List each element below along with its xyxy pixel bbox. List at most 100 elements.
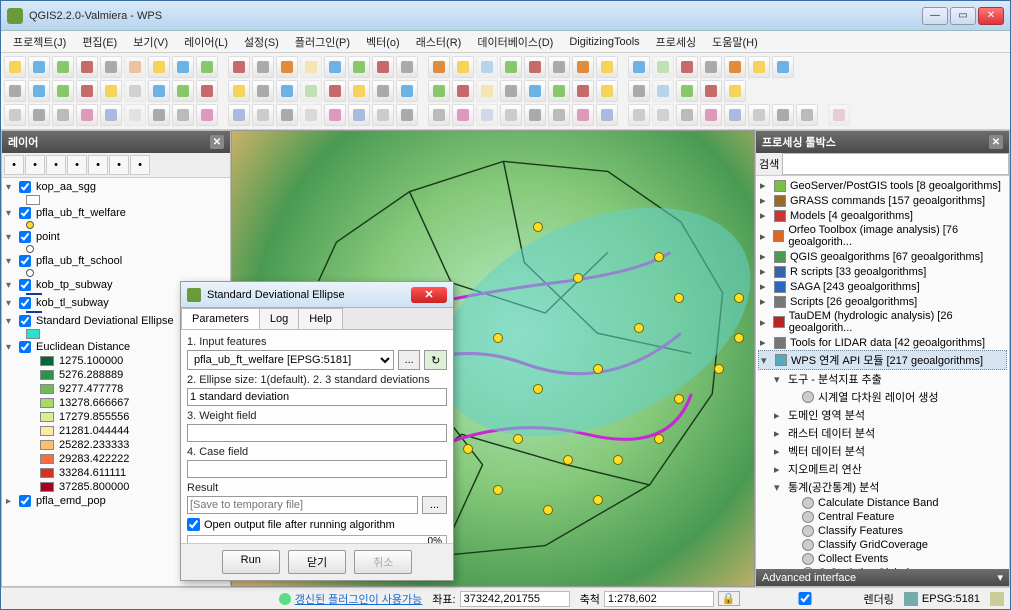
layer-row[interactable] bbox=[4, 194, 228, 206]
toolbar-button[interactable] bbox=[228, 104, 250, 126]
weight-field-input[interactable] bbox=[187, 424, 447, 442]
toolbar-button[interactable] bbox=[548, 104, 570, 126]
toolbar-button[interactable] bbox=[76, 56, 98, 78]
toolbar-button[interactable] bbox=[724, 104, 746, 126]
toolbar-button[interactable] bbox=[252, 104, 274, 126]
toolbar-button[interactable] bbox=[52, 56, 74, 78]
toolbar-button[interactable] bbox=[596, 104, 618, 126]
minimize-button[interactable]: ― bbox=[922, 7, 948, 25]
processing-tree[interactable]: ▸GeoServer/PostGIS tools [8 geoalgorithm… bbox=[756, 176, 1009, 569]
menu-item[interactable]: 래스터(R) bbox=[408, 32, 470, 52]
layers-toolbar-button[interactable]: • bbox=[109, 155, 129, 175]
menu-item[interactable]: 설정(S) bbox=[236, 32, 287, 52]
toolbar-button[interactable] bbox=[196, 80, 218, 102]
layer-row[interactable]: ▾pfla_ub_ft_school bbox=[4, 254, 228, 268]
toolbar-button[interactable] bbox=[228, 80, 250, 102]
processing-tree-item[interactable]: ▸Tools for LIDAR data [42 geoalgorithms] bbox=[758, 335, 1007, 350]
toolbar-button[interactable] bbox=[4, 56, 26, 78]
toolbar-button[interactable] bbox=[124, 56, 146, 78]
processing-tree-item[interactable]: ▾도구 - 분석지표 추출 bbox=[758, 370, 1007, 388]
search-input[interactable] bbox=[782, 153, 1009, 175]
layers-toolbar-button[interactable]: • bbox=[46, 155, 66, 175]
toolbar-button[interactable] bbox=[348, 56, 370, 78]
processing-tree-item[interactable]: 시계열 다차원 레이어 생성 bbox=[758, 388, 1007, 406]
toolbar-button[interactable] bbox=[300, 80, 322, 102]
processing-tree-item[interactable]: ▸TauDEM (hydrologic analysis) [26 geoalg… bbox=[758, 309, 1007, 335]
toolbar-button[interactable] bbox=[76, 80, 98, 102]
toolbar-button[interactable] bbox=[652, 80, 674, 102]
browse-button[interactable]: ... bbox=[398, 350, 421, 370]
coord-input[interactable] bbox=[460, 591, 570, 607]
toolbar-button[interactable] bbox=[796, 104, 818, 126]
toolbar-button[interactable] bbox=[276, 80, 298, 102]
layer-row[interactable] bbox=[4, 268, 228, 278]
layer-visibility-checkbox[interactable] bbox=[19, 495, 31, 507]
processing-tree-item[interactable]: ▾통계(공간통계) 분석 bbox=[758, 478, 1007, 496]
close-button[interactable]: ✕ bbox=[978, 7, 1004, 25]
processing-tree-item[interactable]: ▸Scripts [26 geoalgorithms] bbox=[758, 294, 1007, 309]
toolbar-button[interactable] bbox=[748, 56, 770, 78]
layer-visibility-checkbox[interactable] bbox=[19, 279, 31, 291]
layers-toolbar-button[interactable]: • bbox=[67, 155, 87, 175]
toolbar-button[interactable] bbox=[548, 56, 570, 78]
processing-tree-item[interactable]: Collect Events bbox=[758, 552, 1007, 566]
toolbar-button[interactable] bbox=[652, 56, 674, 78]
toolbar-button[interactable] bbox=[196, 104, 218, 126]
processing-tree-item[interactable]: ▸GeoServer/PostGIS tools [8 geoalgorithm… bbox=[758, 178, 1007, 193]
toolbar-button[interactable] bbox=[452, 56, 474, 78]
layer-row[interactable]: ▾kop_aa_sgg bbox=[4, 180, 228, 194]
toolbar-button[interactable] bbox=[100, 56, 122, 78]
toolbar-button[interactable] bbox=[28, 80, 50, 102]
toolbar-button[interactable] bbox=[172, 104, 194, 126]
toolbar-button[interactable] bbox=[572, 80, 594, 102]
advanced-interface-bar[interactable]: Advanced interface▾ bbox=[756, 569, 1009, 586]
toolbar-button[interactable] bbox=[500, 104, 522, 126]
toolbar-button[interactable] bbox=[124, 104, 146, 126]
toolbar-button[interactable] bbox=[324, 80, 346, 102]
menu-item[interactable]: 벡터(o) bbox=[358, 32, 408, 52]
processing-tree-item[interactable]: ▸Orfeo Toolbox (image analysis) [76 geoa… bbox=[758, 223, 1007, 249]
layers-toolbar-button[interactable]: • bbox=[4, 155, 24, 175]
toolbar-button[interactable] bbox=[452, 104, 474, 126]
toolbar-button[interactable] bbox=[428, 104, 450, 126]
toolbar-button[interactable] bbox=[276, 104, 298, 126]
toolbar-button[interactable] bbox=[452, 80, 474, 102]
toolbar-button[interactable] bbox=[500, 80, 522, 102]
toolbar-button[interactable] bbox=[676, 56, 698, 78]
processing-tree-item[interactable]: Central Feature bbox=[758, 510, 1007, 524]
toolbar-button[interactable] bbox=[524, 80, 546, 102]
toolbar-button[interactable] bbox=[100, 80, 122, 102]
processing-tree-item[interactable]: ▸SAGA [243 geoalgorithms] bbox=[758, 279, 1007, 294]
toolbar-button[interactable] bbox=[572, 104, 594, 126]
toolbar-button[interactable] bbox=[28, 104, 50, 126]
processing-tree-item[interactable]: Calculate Distance Band bbox=[758, 496, 1007, 510]
toolbar-button[interactable] bbox=[196, 56, 218, 78]
toolbar-button[interactable] bbox=[676, 104, 698, 126]
toolbar-button[interactable] bbox=[348, 104, 370, 126]
processing-tree-item[interactable]: Classify Features bbox=[758, 524, 1007, 538]
input-features-select[interactable]: pfla_ub_ft_welfare [EPSG:5181] bbox=[187, 350, 394, 370]
layer-visibility-checkbox[interactable] bbox=[19, 341, 31, 353]
toolbar-button[interactable] bbox=[300, 104, 322, 126]
toolbar-button[interactable] bbox=[172, 80, 194, 102]
layer-row[interactable] bbox=[4, 220, 228, 230]
cancel-button[interactable]: 취소 bbox=[354, 550, 412, 574]
toolbar-button[interactable] bbox=[676, 80, 698, 102]
toolbar-button[interactable] bbox=[172, 56, 194, 78]
toolbar-button[interactable] bbox=[500, 56, 522, 78]
toolbar-button[interactable] bbox=[148, 104, 170, 126]
toolbar-button[interactable] bbox=[628, 80, 650, 102]
log-icon[interactable] bbox=[990, 592, 1004, 606]
toolbar-button[interactable] bbox=[124, 80, 146, 102]
result-path-input[interactable] bbox=[187, 496, 418, 514]
plugin-update-link[interactable]: 갱신된 플러그인이 사용가능 bbox=[295, 591, 423, 607]
layer-row[interactable] bbox=[4, 244, 228, 254]
layers-panel-close-icon[interactable]: ✕ bbox=[210, 135, 224, 149]
toolbar-button[interactable] bbox=[4, 104, 26, 126]
menu-item[interactable]: 도움말(H) bbox=[704, 32, 766, 52]
toolbar-button[interactable] bbox=[724, 80, 746, 102]
toolbar-button[interactable] bbox=[748, 104, 770, 126]
toolbar-button[interactable] bbox=[4, 80, 26, 102]
processing-panel-close-icon[interactable]: ✕ bbox=[989, 135, 1003, 149]
processing-tree-item[interactable]: ▸벡터 데이터 분석 bbox=[758, 442, 1007, 460]
